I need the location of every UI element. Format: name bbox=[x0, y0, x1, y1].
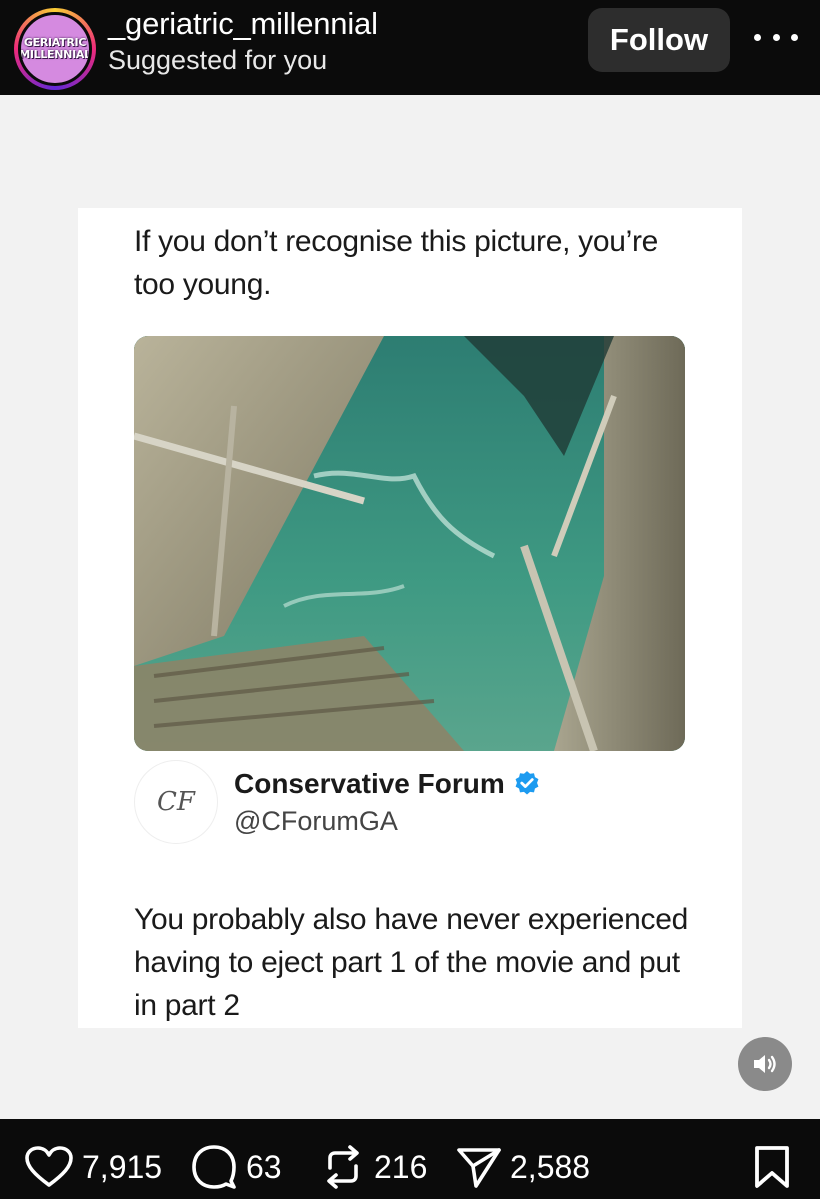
sound-icon[interactable] bbox=[738, 1037, 792, 1091]
flooded-stairs-photo bbox=[134, 336, 685, 751]
follow-button[interactable]: Follow bbox=[588, 8, 730, 72]
verified-icon bbox=[513, 770, 541, 798]
author-handle[interactable]: @CForumGA bbox=[234, 806, 398, 837]
comment-icon bbox=[190, 1144, 238, 1190]
more-icon[interactable] bbox=[754, 22, 798, 52]
share-action[interactable]: 2,588 bbox=[456, 1144, 591, 1190]
tweet-reply-text: You probably also have never experienced… bbox=[134, 903, 688, 1022]
action-bar: 7,915 63 216 2,588 bbox=[0, 1119, 820, 1199]
post-header: GERIATRIC MILLENNIAL _geriatric_millenni… bbox=[0, 0, 820, 95]
author-logo[interactable]: CF bbox=[134, 760, 218, 844]
suggested-label: Suggested for you bbox=[108, 45, 328, 75]
username[interactable]: _geriatric_millennial bbox=[108, 6, 378, 42]
bookmark-icon[interactable] bbox=[752, 1146, 792, 1188]
avatar[interactable]: GERIATRIC MILLENNIAL bbox=[14, 8, 96, 90]
comment-count: 63 bbox=[246, 1148, 282, 1185]
avatar-text-2: MILLENNIAL bbox=[19, 48, 91, 61]
repost-icon bbox=[320, 1144, 366, 1190]
repost-action[interactable]: 216 bbox=[320, 1144, 428, 1190]
like-action[interactable]: 7,915 bbox=[24, 1145, 163, 1189]
share-count: 2,588 bbox=[510, 1148, 591, 1185]
tweet-card: If you don’t recognise this picture, you… bbox=[78, 208, 742, 1028]
heart-icon bbox=[24, 1145, 74, 1189]
comment-action[interactable]: 63 bbox=[190, 1144, 282, 1190]
share-icon bbox=[456, 1144, 502, 1190]
post-media: If you don’t recognise this picture, you… bbox=[0, 95, 820, 1119]
author-display-name: Conservative Forum bbox=[234, 768, 505, 799]
repost-count: 216 bbox=[374, 1148, 428, 1185]
author-name-row[interactable]: Conservative Forum bbox=[234, 768, 541, 800]
avatar-image: GERIATRIC MILLENNIAL bbox=[18, 12, 92, 86]
tweet-caption: If you don’t recognise this picture, you… bbox=[134, 225, 659, 301]
like-count: 7,915 bbox=[82, 1148, 163, 1185]
